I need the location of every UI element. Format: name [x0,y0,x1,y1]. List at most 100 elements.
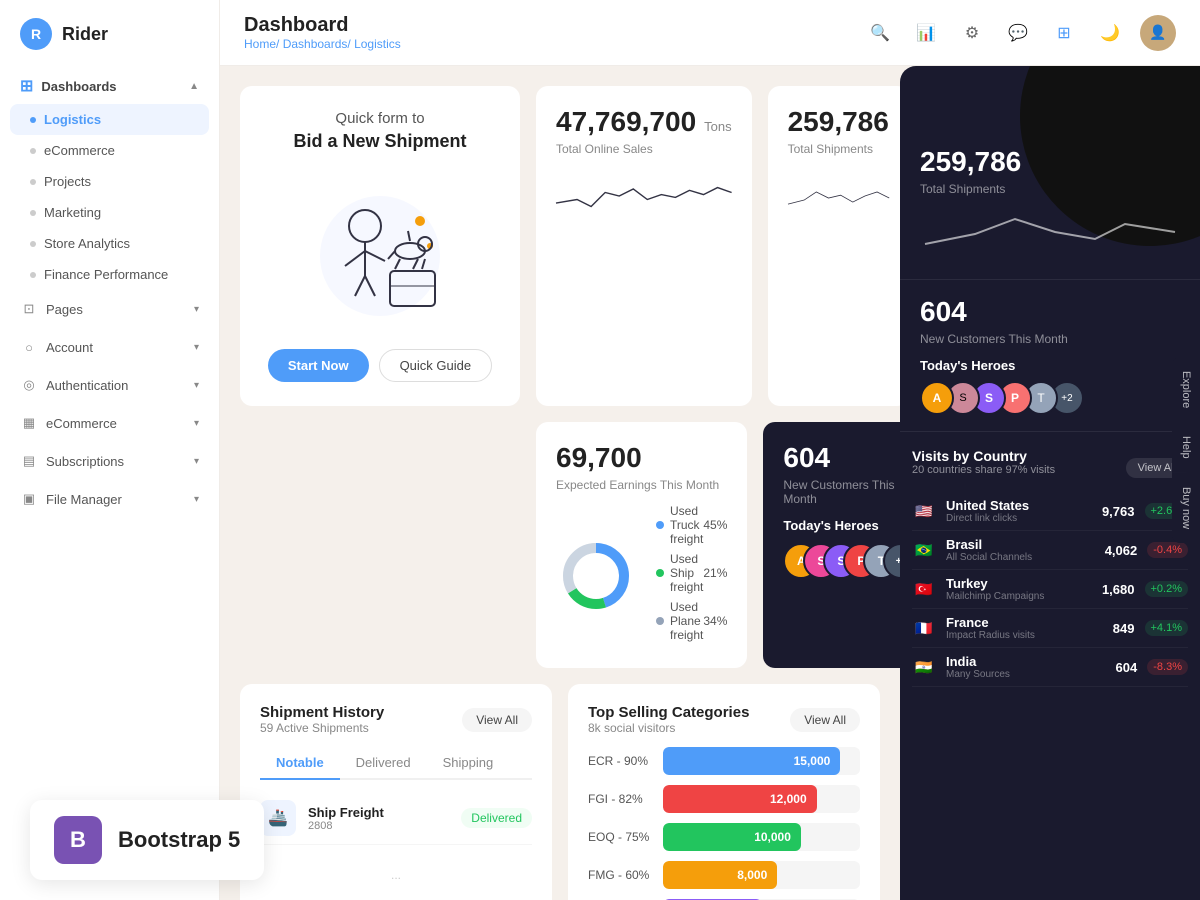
user-avatar[interactable]: 👤 [1140,15,1176,51]
help-tab[interactable]: Help [1172,422,1200,473]
shipments-sparkline [788,166,889,226]
total-sales-label: Total Online Sales [556,142,732,156]
chevron-icon: ▾ [194,342,199,353]
grid-toggle-icon[interactable]: ⊞ [1048,17,1080,49]
customers-card: 604 New Customers This Month Today's Her… [763,422,900,668]
heroes-section: Today's Heroes A S S P T +2 [783,506,900,579]
sidebar-item-finance[interactable]: Finance Performance [0,259,219,290]
promo-title: Quick form to [293,110,466,127]
in-flag: 🇮🇳 [912,658,936,676]
freight-legend: Used Truck freight 45% Used Ship freight… [656,504,727,648]
more-rows-placeholder: ... [260,845,532,900]
bar-track: 12,000 [663,785,860,813]
sidebar-item-account[interactable]: ○ Account ▾ [0,328,219,366]
heroes-label: Today's Heroes [920,358,1180,373]
dark-sparkline [920,204,1180,254]
sidebar-item-files[interactable]: ▣ File Manager ▾ [0,480,219,518]
sidebar-item-ecommerce[interactable]: eCommerce [0,135,219,166]
sidebar-item-store-analytics[interactable]: Store Analytics [0,228,219,259]
shipment-title: Shipment History [260,704,384,721]
bars-container: ECR - 90% 15,000 FGI - 82% 1 [588,747,860,900]
tab-shipping[interactable]: Shipping [427,747,510,780]
promo-illustration [300,171,460,331]
chart-icon[interactable]: 📊 [910,17,942,49]
total-shipments-label: Total Shipments [788,142,889,156]
country-source: All Social Channels [946,552,1095,563]
country-row-fr: 🇫🇷 France Impact Radius visits 849 +4.1% [912,609,1188,648]
dark-customers-num: 604 [920,296,1180,328]
bootstrap-text: Bootstrap 5 [220,827,240,853]
logo[interactable]: R Rider [0,0,219,68]
total-sales-unit: Tons [704,119,731,134]
quick-guide-button[interactable]: Quick Guide [379,349,493,382]
content-main: Quick form to Bid a New Shipment [220,66,900,900]
sidebar-item-projects[interactable]: Projects [0,166,219,197]
breadcrumb-active[interactable]: Logistics [354,37,401,51]
sidebar-item-logistics[interactable]: Logistics [10,104,209,135]
ship-info: Ship Freight 2808 [308,805,384,832]
dashboards-group[interactable]: ⊞ Dashboards ▲ [0,68,219,104]
sidebar: R Rider ⊞ Dashboards ▲ Logistics eCommer… [0,0,220,900]
settings-icon[interactable]: ⚙ [956,17,988,49]
tab-notable[interactable]: Notable [260,747,340,780]
sidebar-item-pages[interactable]: ⊡ Pages ▾ [0,290,219,328]
shipment-view-all[interactable]: View All [462,708,532,732]
logo-icon: R [20,18,52,50]
bar-fill: 12,000 [663,785,817,813]
illustration-svg [300,176,460,326]
visits-header: Visits by Country 20 countries share 97%… [912,448,1188,488]
table-row: 🚢 Ship Freight 2808 Delivered [260,792,532,845]
earnings-card: 69,700 Expected Earnings This Month [536,422,747,668]
country-info: India Many Sources [946,654,1106,680]
tab-delivered[interactable]: Delivered [340,747,427,780]
ecommerce-icon: ▦ [20,414,38,432]
active-dot [30,117,36,123]
country-name: Brasil [946,537,1095,552]
us-flag: 🇺🇸 [912,502,936,520]
country-visits: 4,062 [1105,543,1138,558]
search-icon[interactable]: 🔍 [864,17,896,49]
bar-track: 15,000 [663,747,860,775]
theme-icon[interactable]: 🌙 [1094,17,1126,49]
total-shipments-card: 259,786 Total Shipments [768,86,900,406]
dot [30,241,36,247]
sidebar-item-auth[interactable]: ◎ Authentication ▾ [0,366,219,404]
dark-shipments: 259,786 Total Shipments [900,66,1200,280]
selling-view-all[interactable]: View All [790,708,860,732]
promo-actions: Start Now Quick Guide [268,349,492,382]
country-visits: 9,763 [1102,504,1135,519]
fr-flag: 🇫🇷 [912,619,936,637]
chevron-icon: ▾ [194,380,199,391]
country-info: Brasil All Social Channels [946,537,1095,563]
sidebar-item-ecommerce2[interactable]: ▦ eCommerce ▾ [0,404,219,442]
bar-value: 10,000 [754,830,791,844]
chevron-icon: ▾ [194,304,199,315]
legend-truck: Used Truck freight 45% [656,504,727,546]
buy-now-tab[interactable]: Buy now [1172,473,1200,543]
sidebar-item-subscriptions[interactable]: ▤ Subscriptions ▾ [0,442,219,480]
bar-fill: 10,000 [663,823,801,851]
total-shipments-number: 259,786 [788,106,889,138]
dot [30,179,36,185]
promo-text: Quick form to Bid a New Shipment [293,110,466,152]
start-now-button[interactable]: Start Now [268,349,369,382]
chat-icon[interactable]: 💬 [1002,17,1034,49]
second-grid: 69,700 Expected Earnings This Month [240,422,880,668]
sidebar-item-marketing[interactable]: Marketing [0,197,219,228]
country-row-br: 🇧🇷 Brasil All Social Channels 4,062 -0.4… [912,531,1188,570]
dot [30,272,36,278]
donut-section: Used Truck freight 45% Used Ship freight… [556,504,727,648]
bar-label: ECR - 90% [588,754,653,768]
bar-value: 8,000 [737,868,767,882]
explore-tab[interactable]: Explore [1172,357,1200,422]
dot [30,210,36,216]
bar-fill: 15,000 [663,747,840,775]
country-visits: 1,680 [1102,582,1135,597]
shipment-tabs: Notable Delivered Shipping [260,747,532,780]
heroes-container: Today's Heroes A S S P T +2 [920,358,1180,415]
shipment-subtitle: 59 Active Shipments [260,721,384,735]
shipment-history-card: Shipment History 59 Active Shipments Vie… [240,684,552,900]
chevron-icon: ▾ [194,418,199,429]
right-panel: 259,786 Total Shipments 604 New Customer… [900,66,1200,900]
visits-section: Visits by Country 20 countries share 97%… [900,432,1200,703]
